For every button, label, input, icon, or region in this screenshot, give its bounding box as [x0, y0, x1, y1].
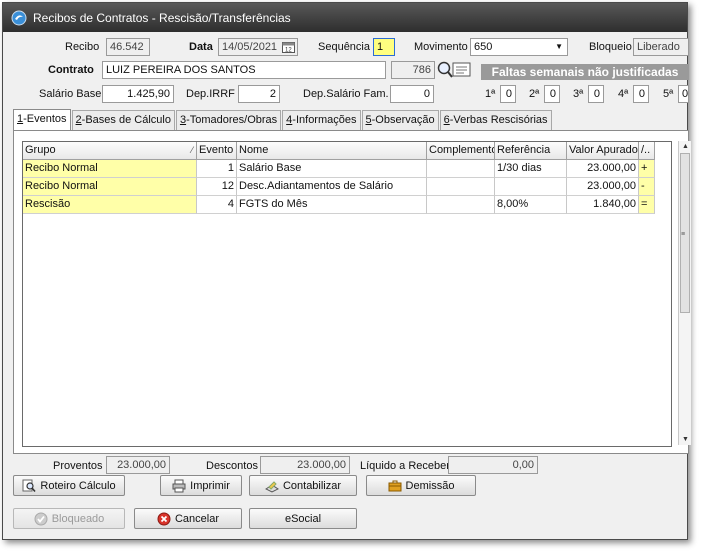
- magnifier-icon: [22, 479, 36, 492]
- app-icon: [11, 10, 27, 25]
- tab-verbas-rescisorias[interactable]: 6-Verbas Rescisórias: [439, 110, 552, 130]
- data-value: 14/05/2021: [222, 41, 278, 53]
- cancel-icon: [157, 512, 171, 525]
- bloqueado-button[interactable]: Bloqueado: [13, 508, 125, 529]
- col-evento[interactable]: Evento: [197, 142, 237, 160]
- esocial-button[interactable]: eSocial: [249, 508, 357, 529]
- roteiro-calculo-button[interactable]: Roteiro Cálculo: [13, 475, 125, 496]
- faltas-banner: Faltas semanais não justificadas: [481, 64, 689, 80]
- table-row[interactable]: Rescisão 4 FGTS do Mês 8,00% 1.840,00 =: [23, 196, 671, 214]
- bloqueio-field[interactable]: Liberado: [633, 38, 689, 56]
- table-row[interactable]: Recibo Normal 1 Salário Base 1/30 dias 2…: [23, 160, 671, 178]
- window-title: Recibos de Contratos - Rescisão/Transfer…: [33, 10, 291, 25]
- tab-informacoes[interactable]: 4-Informações: [282, 110, 361, 130]
- data-label: Data: [189, 41, 213, 53]
- descontos-label: Descontos: [206, 460, 258, 472]
- chevron-down-icon[interactable]: ▼: [555, 39, 563, 55]
- movimento-label: Movimento: [414, 41, 468, 53]
- movimento-select[interactable]: 650 ▼: [470, 38, 568, 56]
- printer-icon: [172, 479, 186, 492]
- calendar-icon[interactable]: 12: [282, 41, 295, 53]
- grid-scrollbar[interactable]: ▲ ≡ ▼: [678, 141, 691, 445]
- tab-eventos[interactable]: 1-Eventos: [13, 109, 71, 131]
- eventos-grid[interactable]: Grupo ⁄ Evento Nome Complemento Referênci…: [22, 141, 672, 447]
- depsal-label: Dep.Salário Fam.: [303, 88, 389, 100]
- tab-observacao[interactable]: 5-Observação: [361, 110, 439, 130]
- week-2-label: 2ª: [529, 88, 540, 100]
- ledger-icon: [264, 480, 279, 493]
- salario-field[interactable]: 1.425,90: [102, 85, 174, 103]
- col-grupo[interactable]: Grupo ⁄: [23, 142, 197, 160]
- tab-tomadores-obras[interactable]: 3-Tomadores/Obras: [175, 110, 282, 130]
- depirrf-label: Dep.IRRF: [186, 88, 235, 100]
- sort-icon: ⁄: [191, 145, 193, 155]
- week-4-label: 4ª: [618, 88, 629, 100]
- recibo-field[interactable]: 46.542: [106, 38, 150, 56]
- scroll-up-icon[interactable]: ▲: [682, 143, 689, 150]
- week-1-field[interactable]: 0: [500, 85, 516, 103]
- col-nome[interactable]: Nome: [237, 142, 427, 160]
- col-complemento[interactable]: Complemento: [427, 142, 495, 160]
- cancelar-button[interactable]: Cancelar: [134, 508, 242, 529]
- imprimir-button[interactable]: Imprimir: [160, 475, 242, 496]
- week-1-label: 1ª: [485, 88, 496, 100]
- search-card-icon[interactable]: [436, 60, 472, 80]
- proventos-field: 23.000,00: [106, 456, 170, 474]
- demissao-button[interactable]: Demissão: [366, 475, 476, 496]
- contrato-field[interactable]: LUIZ PEREIRA DOS SANTOS: [102, 61, 386, 79]
- week-2-field[interactable]: 0: [544, 85, 560, 103]
- week-3-field[interactable]: 0: [588, 85, 604, 103]
- contrato-code-field[interactable]: 786: [391, 61, 435, 79]
- tab-bases-calculo[interactable]: 2-Bases de Cálculo: [71, 110, 175, 130]
- recibo-label: Recibo: [65, 41, 100, 53]
- contrato-label: Contrato: [48, 64, 94, 76]
- liquido-label: Líquido a Receber: [360, 460, 450, 472]
- contabilizar-button[interactable]: Contabilizar: [249, 475, 357, 496]
- week-5-label: 5ª: [663, 88, 674, 100]
- eventos-panel: Grupo ⁄ Evento Nome Complemento Referênci…: [13, 130, 691, 454]
- col-valor-apurado[interactable]: Valor Apurado: [567, 142, 639, 160]
- briefcase-icon: [388, 480, 402, 491]
- week-5-field[interactable]: 0: [678, 85, 689, 103]
- scroll-down-icon[interactable]: ▼: [682, 436, 689, 443]
- main-window: Recibos de Contratos - Rescisão/Transfer…: [2, 2, 691, 540]
- proventos-label: Proventos: [53, 460, 103, 472]
- table-row[interactable]: Recibo Normal 12 Desc.Adiantamentos de S…: [23, 178, 671, 196]
- scroll-grip-icon: ≡: [681, 231, 686, 238]
- col-sinal[interactable]: /..: [639, 142, 655, 160]
- check-circle-icon: [34, 512, 48, 525]
- descontos-field: 23.000,00: [260, 456, 350, 474]
- data-field[interactable]: 14/05/2021 12: [218, 38, 298, 56]
- tab-bar: 1-Eventos 2-Bases de Cálculo 3-Tomadores…: [13, 109, 553, 131]
- salario-label: Salário Base: [39, 88, 102, 100]
- depirrf-field[interactable]: 2: [238, 85, 280, 103]
- week-4-field[interactable]: 0: [633, 85, 649, 103]
- liquido-field: 0,00: [448, 456, 538, 474]
- sequencia-label: Sequência: [318, 41, 370, 53]
- svg-text:12: 12: [285, 48, 292, 54]
- week-3-label: 3ª: [573, 88, 584, 100]
- col-referencia[interactable]: Referência: [495, 142, 567, 160]
- depsal-field[interactable]: 0: [390, 85, 434, 103]
- movimento-value: 650: [474, 41, 493, 53]
- bloqueio-label: Bloqueio: [589, 41, 632, 53]
- sequencia-field[interactable]: 1: [373, 38, 395, 56]
- grid-header: Grupo ⁄ Evento Nome Complemento Referênci…: [23, 142, 671, 160]
- title-bar: Recibos de Contratos - Rescisão/Transfer…: [3, 3, 687, 32]
